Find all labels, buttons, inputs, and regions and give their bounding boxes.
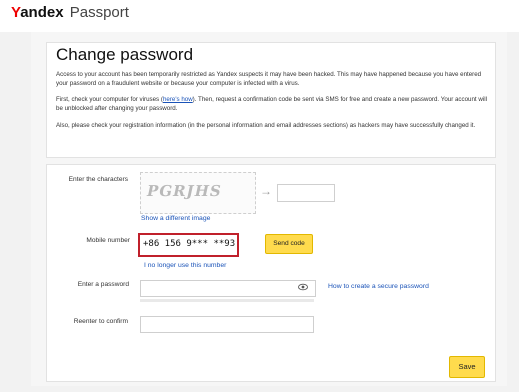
page-title: Change password: [56, 45, 194, 64]
brand-logo-name: andex: [20, 4, 64, 21]
captcha-label: Enter the characters: [68, 176, 128, 183]
virus-check-instructions: First, check your computer for viruses (…: [56, 96, 488, 113]
confirm-password-label: Reenter to confirm: [73, 318, 128, 325]
password-input[interactable]: [140, 280, 316, 297]
heres-how-link[interactable]: here's how: [163, 96, 193, 103]
yandex-passport-logo[interactable]: Yandex Passport: [11, 4, 129, 21]
captcha-characters: PGRJHS: [145, 182, 224, 200]
send-code-button[interactable]: Send code: [265, 234, 313, 254]
restriction-notice: Access to your account has been temporar…: [56, 71, 482, 87]
save-button[interactable]: Save: [449, 356, 485, 378]
brand-logo-letter: Y: [11, 4, 21, 21]
arrow-right-icon: →: [260, 184, 272, 198]
instructions-text-start: First, check your computer for viruses (: [56, 96, 163, 103]
top-bar: Yandex Passport: [0, 0, 519, 32]
password-label: Enter a password: [77, 281, 129, 288]
mobile-number-label: Mobile number: [86, 237, 130, 244]
mobile-number-value: +86 156 9*** **93: [143, 239, 236, 249]
eye-icon[interactable]: [298, 282, 308, 292]
captcha-image: PGRJHS: [140, 172, 256, 214]
password-strength-bar: [140, 299, 314, 302]
show-different-image-link[interactable]: Show a different image: [141, 215, 210, 222]
captcha-input[interactable]: [277, 184, 335, 202]
product-name: Passport: [69, 4, 129, 21]
secure-password-help-link[interactable]: How to create a secure password: [328, 283, 429, 290]
intro-panel: Change password Access to your account h…: [46, 42, 496, 158]
no-longer-use-number-link[interactable]: I no longer use this number: [144, 262, 226, 269]
confirm-password-input[interactable]: [140, 316, 314, 333]
mobile-number-field[interactable]: +86 156 9*** **93: [138, 233, 239, 257]
registration-check-notice: Also, please check your registration inf…: [56, 122, 476, 129]
